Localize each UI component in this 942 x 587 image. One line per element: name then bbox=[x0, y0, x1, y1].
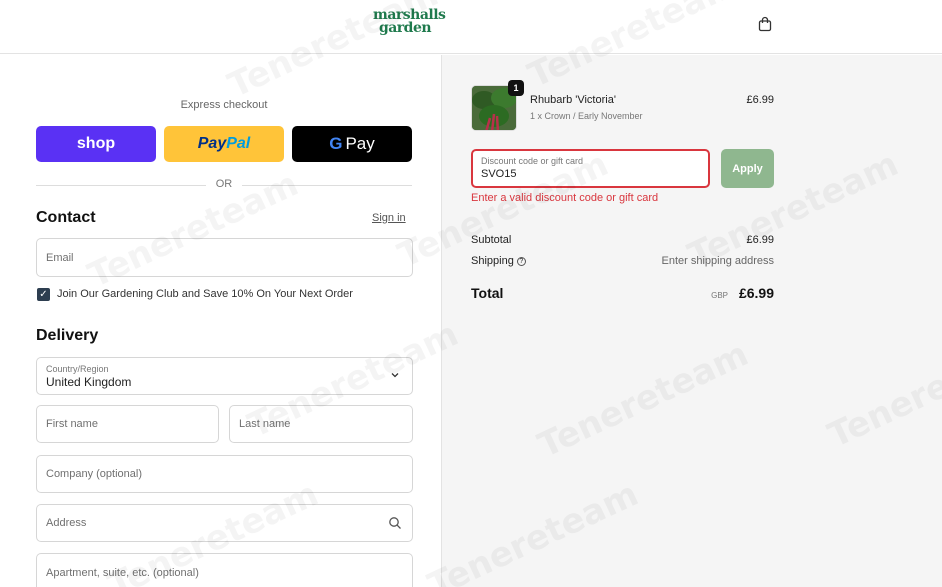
product-price: £6.99 bbox=[746, 94, 774, 106]
newsletter-label[interactable]: Join Our Gardening Club and Save 10% On … bbox=[57, 288, 353, 300]
search-icon bbox=[389, 517, 401, 529]
apartment-placeholder: Apartment, suite, etc. (optional) bbox=[46, 567, 199, 579]
last-name-field[interactable]: Last name bbox=[229, 405, 413, 443]
help-icon[interactable]: ? bbox=[516, 257, 526, 266]
product-name: Rhubarb 'Victoria' bbox=[530, 94, 616, 106]
paypal-label-pay: Pay bbox=[197, 135, 227, 152]
product-variant: 1 x Crown / Early November bbox=[530, 111, 643, 121]
or-label: OR bbox=[215, 178, 233, 190]
discount-error-message: Enter a valid discount code or gift card bbox=[471, 192, 659, 204]
delivery-heading: Delivery bbox=[36, 327, 99, 344]
discount-code-input[interactable]: Discount code or gift card SVO15 bbox=[471, 149, 710, 188]
subtotal-value: £6.99 bbox=[746, 234, 774, 246]
logo[interactable]: marshalls garden bbox=[373, 8, 446, 36]
google-g-icon: G bbox=[329, 134, 343, 153]
divider-line-right bbox=[242, 185, 412, 186]
country-label: Country/Region bbox=[46, 364, 109, 374]
quantity-badge: 1 bbox=[508, 80, 524, 96]
newsletter-checkbox[interactable]: ✓ bbox=[37, 288, 50, 301]
email-placeholder: Email bbox=[46, 252, 74, 264]
google-pay-label: Pay bbox=[345, 134, 375, 153]
express-checkout-label: Express checkout bbox=[180, 99, 268, 111]
apply-button[interactable]: Apply bbox=[721, 149, 774, 188]
shop-pay-label: shop bbox=[76, 135, 116, 152]
address-placeholder: Address bbox=[46, 517, 87, 529]
shipping-value: Enter shipping address bbox=[661, 255, 774, 267]
discount-label: Discount code or gift card bbox=[481, 156, 584, 166]
total-label: Total bbox=[471, 285, 504, 301]
order-summary-column: 1 Rhubarb 'Victoria' 1 x Crown / Early N… bbox=[442, 55, 942, 587]
first-name-placeholder: First name bbox=[46, 418, 98, 430]
contact-heading: Contact bbox=[36, 209, 96, 226]
country-value: United Kingdom bbox=[46, 375, 132, 389]
apartment-field[interactable]: Apartment, suite, etc. (optional) bbox=[36, 553, 413, 587]
sign-in-link[interactable]: Sign in bbox=[372, 212, 406, 224]
paypal-label-pal: Pal bbox=[226, 135, 251, 152]
company-field[interactable]: Company (optional) bbox=[36, 455, 413, 493]
first-name-field[interactable]: First name bbox=[36, 405, 219, 443]
shipping-label-row: Shipping? bbox=[471, 255, 526, 267]
logo-line2: garden bbox=[378, 20, 432, 36]
google-pay-button[interactable]: G Pay bbox=[292, 126, 412, 162]
header: marshalls garden bbox=[0, 0, 942, 54]
checkout-form-column: Express checkout shop Pay Pal G Pay OR Co… bbox=[0, 55, 442, 587]
chevron-down-icon bbox=[391, 373, 399, 378]
or-divider: OR bbox=[36, 177, 412, 193]
address-field[interactable]: Address bbox=[36, 504, 413, 542]
total-value: £6.99 bbox=[738, 285, 774, 301]
currency-code: GBP bbox=[711, 291, 728, 300]
subtotal-label: Subtotal bbox=[471, 234, 512, 246]
company-placeholder: Company (optional) bbox=[46, 468, 142, 480]
last-name-placeholder: Last name bbox=[239, 418, 291, 430]
shipping-label: Shipping bbox=[471, 255, 514, 267]
shop-pay-button[interactable]: shop bbox=[36, 126, 156, 162]
country-select[interactable]: Country/Region United Kingdom bbox=[36, 357, 413, 395]
paypal-button[interactable]: Pay Pal bbox=[164, 126, 284, 162]
email-field[interactable]: Email bbox=[36, 238, 413, 277]
shopping-bag-icon[interactable] bbox=[757, 16, 773, 32]
discount-value: SVO15 bbox=[481, 168, 517, 180]
